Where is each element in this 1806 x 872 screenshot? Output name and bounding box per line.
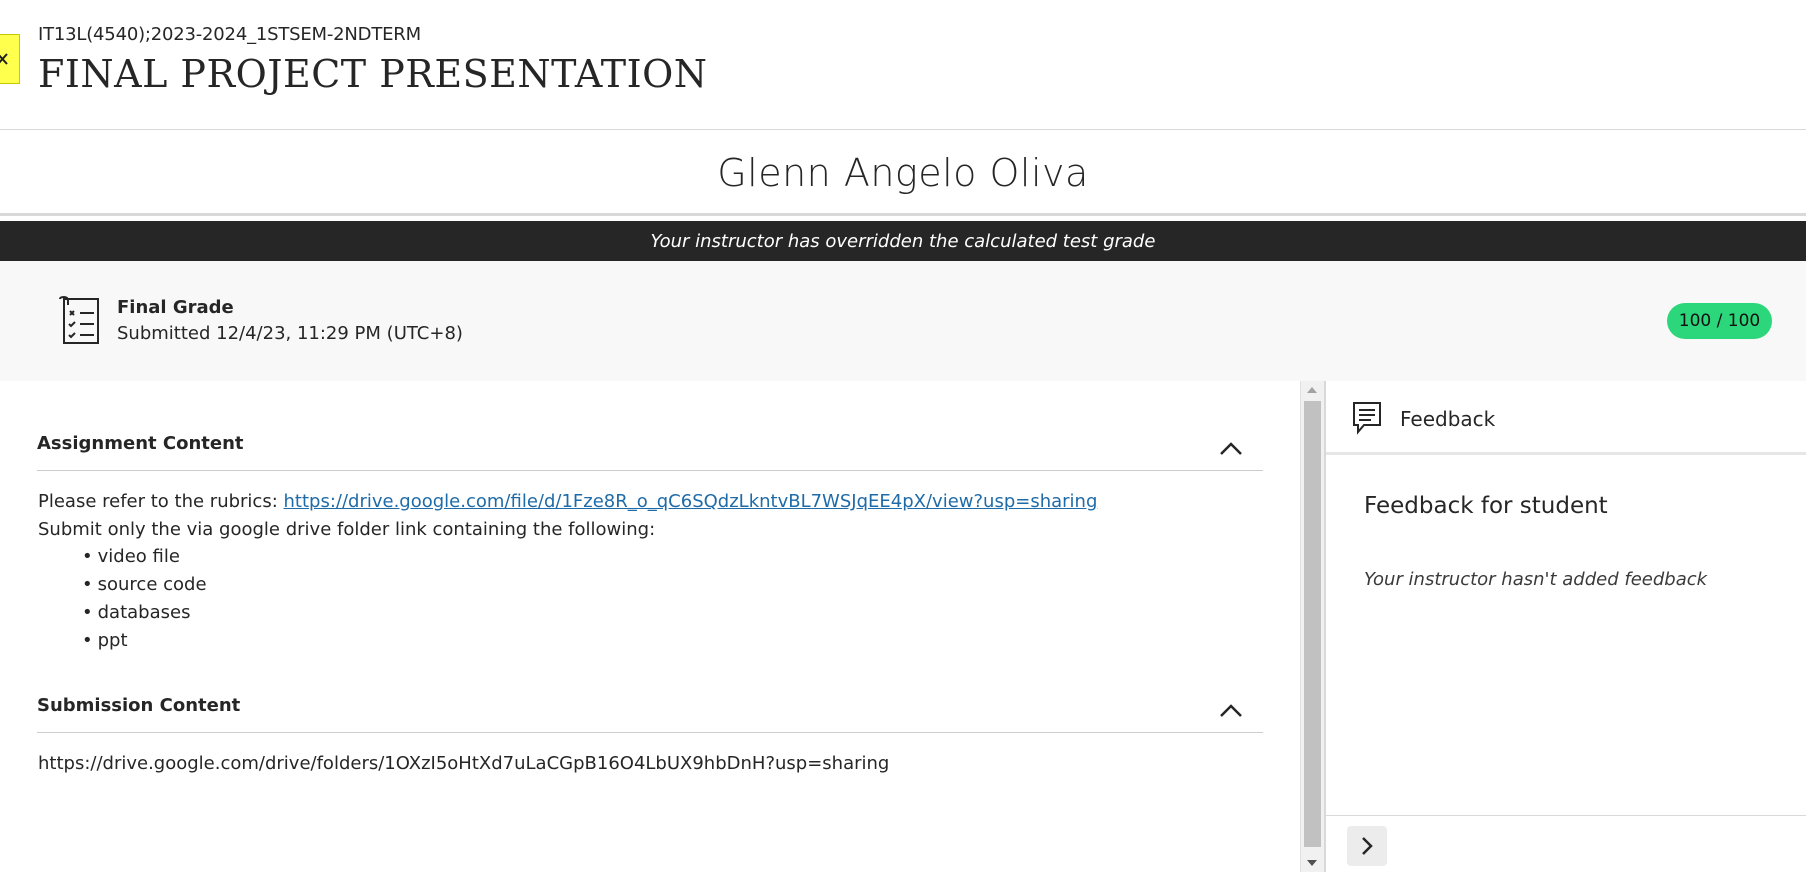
submission-content-title: Submission Content	[37, 695, 241, 716]
feedback-empty-text: Your instructor hasn't added feedback	[1364, 569, 1708, 590]
scroll-down-arrow[interactable]	[1307, 860, 1317, 866]
feedback-icon	[1353, 402, 1381, 435]
deliverables-list: video file source code databases ppt	[82, 543, 207, 655]
feedback-title: Feedback	[1400, 407, 1496, 431]
scroll-up-arrow[interactable]	[1307, 387, 1317, 393]
instruction-text: Submit only the via google drive folder …	[38, 519, 656, 540]
course-id: IT13L(4540);2023-2024_1STSEM-2NDTERM	[38, 24, 421, 45]
content-scrollbar[interactable]	[1300, 381, 1324, 872]
override-banner: Your instructor has overridden the calcu…	[0, 221, 1806, 261]
submission-link-text: https://drive.google.com/drive/folders/1…	[38, 753, 890, 774]
list-item: source code	[82, 571, 207, 599]
assignment-content-header[interactable]: Assignment Content	[37, 381, 1263, 471]
rubric-prefix: Please refer to the rubrics:	[38, 491, 284, 512]
submitted-timestamp: Submitted 12/4/23, 11:29 PM (UTC+8)	[117, 323, 463, 344]
chevron-up-icon[interactable]	[1219, 702, 1243, 718]
grade-summary: Final Grade Submitted 12/4/23, 11:29 PM …	[0, 261, 1806, 381]
next-button[interactable]	[1347, 826, 1387, 866]
assignment-content-title: Assignment Content	[37, 433, 244, 454]
list-item: databases	[82, 599, 207, 627]
content-pane: Assignment Content Please refer to the r…	[0, 381, 1300, 872]
rubric-line: Please refer to the rubrics: https://dri…	[38, 491, 1097, 512]
close-x-icon	[0, 53, 8, 65]
feedback-panel: Feedback Feedback for student Your instr…	[1324, 381, 1806, 872]
rubric-link[interactable]: https://drive.google.com/file/d/1Fze8R_o…	[284, 491, 1098, 512]
student-bar: Glenn Angelo Oliva	[0, 130, 1806, 216]
chevron-right-icon	[1362, 837, 1373, 855]
feedback-footer	[1326, 815, 1806, 872]
feedback-subtitle: Feedback for student	[1364, 493, 1608, 519]
scroll-thumb[interactable]	[1304, 401, 1321, 847]
submission-content-header[interactable]: Submission Content	[37, 643, 1263, 733]
grade-label: Final Grade	[117, 297, 234, 318]
page-header: IT13L(4540);2023-2024_1STSEM-2NDTERM FIN…	[0, 0, 1806, 130]
checklist-icon	[59, 295, 99, 344]
student-name: Glenn Angelo Oliva	[717, 150, 1089, 195]
page-title: FINAL PROJECT PRESENTATION	[38, 52, 708, 96]
list-item: video file	[82, 543, 207, 571]
close-button[interactable]	[0, 34, 20, 84]
chevron-up-icon[interactable]	[1219, 440, 1243, 456]
grade-score-badge: 100 / 100	[1667, 303, 1772, 339]
feedback-header: Feedback	[1326, 381, 1806, 455]
